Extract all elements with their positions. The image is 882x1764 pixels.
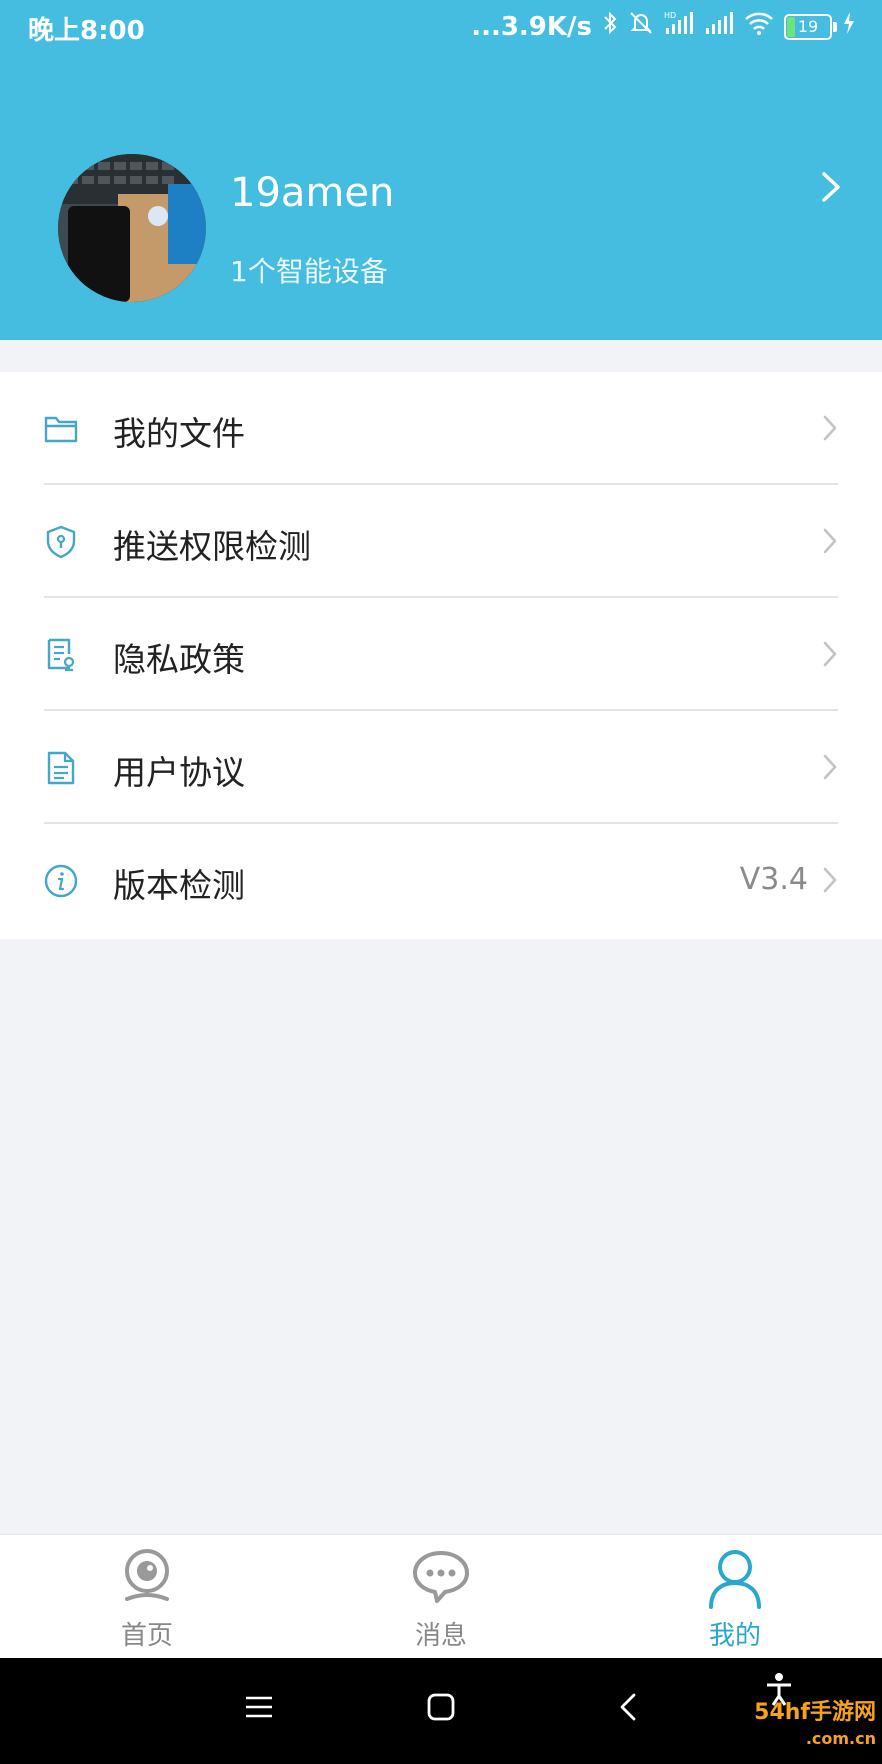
battery-level: 19 [797, 16, 819, 36]
shield-icon [44, 525, 78, 559]
menu-item-label: 隐私政策 [113, 640, 245, 679]
chat-bubble-icon [411, 1547, 471, 1611]
status-icons: ...3.9K/s HD 19 [471, 10, 856, 43]
charging-icon [842, 10, 856, 43]
wifi-icon [744, 10, 774, 43]
system-nav-bar: 54hf手游网 .com.cn [0, 1658, 882, 1764]
person-icon [705, 1547, 765, 1613]
menu-item-user-agreement[interactable]: 用户协议 [0, 711, 882, 824]
document-icon [44, 751, 78, 785]
tab-label: 我的 [708, 1621, 761, 1651]
menu-nav-icon[interactable] [244, 1692, 274, 1726]
home-nav-icon[interactable] [426, 1692, 456, 1726]
profile-header: 晚上8:00 ...3.9K/s HD 19 19amen 1个智能设备 [0, 0, 882, 340]
mute-icon [628, 10, 654, 43]
profile-row[interactable]: 19amen 1个智能设备 [0, 150, 882, 310]
tab-messages[interactable]: 消息 [294, 1535, 588, 1659]
settings-menu: 我的文件 推送权限检测 隐私政策 用户协议 版本检测 V3.4 [0, 372, 882, 939]
menu-item-my-files[interactable]: 我的文件 [0, 372, 882, 485]
chevron-right-icon [822, 527, 838, 559]
menu-item-label: 推送权限检测 [113, 527, 311, 566]
tab-label: 首页 [120, 1621, 173, 1651]
menu-item-push-permission[interactable]: 推送权限检测 [0, 485, 882, 598]
back-nav-icon[interactable] [616, 1692, 640, 1726]
device-count: 1个智能设备 [230, 255, 388, 288]
username: 19amen [230, 170, 395, 216]
version-value: V3.4 [739, 862, 808, 897]
menu-item-label: 我的文件 [113, 414, 245, 453]
bluetooth-icon [602, 10, 618, 43]
watermark-logo: 54hf手游网 .com.cn [726, 1700, 882, 1764]
svg-text:HD: HD [664, 11, 676, 20]
tab-label: 消息 [414, 1621, 467, 1651]
bottom-tab-bar: 首页 消息 我的 [0, 1534, 882, 1659]
chevron-right-icon [822, 414, 838, 446]
hd-signal-icon: HD [664, 10, 694, 43]
tab-home[interactable]: 首页 [0, 1535, 294, 1659]
status-time: 晚上8:00 [28, 16, 145, 46]
chevron-right-icon [822, 866, 838, 898]
chevron-right-icon[interactable] [820, 170, 842, 208]
status-bar: 晚上8:00 ...3.9K/s HD 19 [0, 0, 882, 56]
signal-icon [704, 10, 734, 43]
menu-item-version-check[interactable]: 版本检测 V3.4 [0, 824, 882, 937]
menu-item-label: 用户协议 [113, 753, 245, 792]
folder-icon [44, 412, 78, 446]
chevron-right-icon [822, 753, 838, 785]
watermark-text: 54hf手游网 [754, 1700, 876, 1725]
chevron-right-icon [822, 640, 838, 672]
menu-item-privacy-policy[interactable]: 隐私政策 [0, 598, 882, 711]
network-speed: ...3.9K/s [471, 11, 592, 42]
watermark-subtext: .com.cn [805, 1729, 876, 1748]
camera-icon [119, 1547, 175, 1611]
info-icon [44, 864, 78, 898]
avatar[interactable] [58, 154, 206, 302]
battery-icon: 19 [784, 13, 837, 40]
menu-item-label: 版本检测 [113, 866, 245, 905]
privacy-doc-icon [44, 638, 78, 672]
tab-me[interactable]: 我的 [588, 1535, 882, 1659]
